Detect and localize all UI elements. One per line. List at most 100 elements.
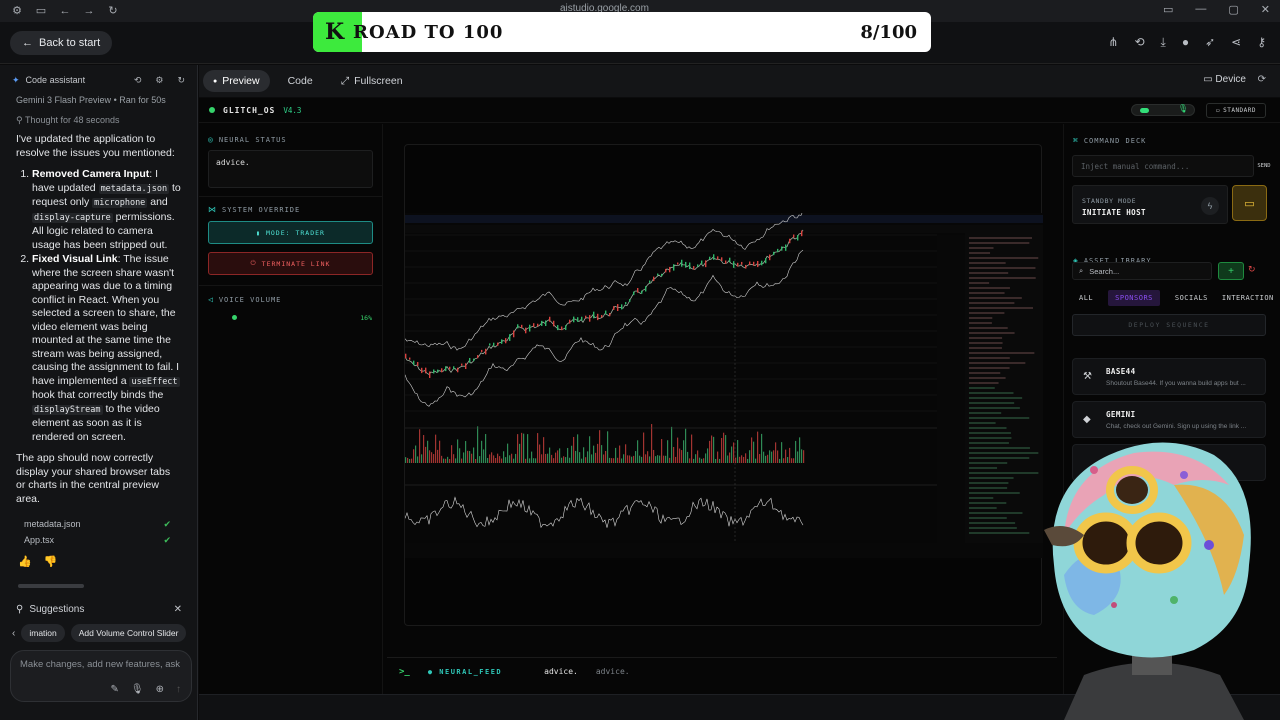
minimize-icon[interactable]: —: [1195, 3, 1206, 16]
microphone-icon[interactable]: 🎙: [131, 684, 144, 695]
orderbook-row: [969, 417, 1030, 419]
volume-mark: [461, 458, 463, 463]
mode-trader-button[interactable]: ▮ MODE: TRADER: [208, 221, 373, 244]
orderbook-row: [969, 412, 1002, 414]
volume-mark: [759, 454, 761, 463]
back-to-start-button[interactable]: ← Back to start: [10, 31, 113, 55]
rocket-icon[interactable]: ➶: [1205, 35, 1215, 50]
volume-mark: [591, 454, 593, 463]
device-selector[interactable]: ▭ Device: [1203, 74, 1246, 85]
volume-mark: [663, 455, 665, 463]
change-list: Removed Camera Input: I have updated met…: [16, 168, 181, 444]
volume-mark: [497, 453, 499, 463]
back-arrow-icon[interactable]: ←: [58, 4, 72, 18]
lightbulb-icon: ⚲: [16, 603, 24, 615]
file-item[interactable]: metadata.json ✔: [0, 516, 197, 532]
tab-all[interactable]: ALL: [1072, 290, 1100, 306]
chat-toggle-button[interactable]: ▭: [1232, 185, 1267, 221]
add-asset-button[interactable]: +: [1218, 262, 1244, 280]
deploy-sequence-button[interactable]: DEPLOY SEQUENCE: [1072, 314, 1266, 336]
tab-code[interactable]: Code: [278, 70, 323, 92]
add-circle-icon[interactable]: ⊕: [156, 684, 164, 695]
terminate-link-button[interactable]: ⏻ TERMINATE LINK: [208, 252, 373, 275]
volume-mark: [781, 442, 783, 463]
github-icon[interactable]: ●: [1182, 35, 1189, 50]
prompt-input[interactable]: [20, 659, 180, 670]
chat-bubble-icon: ▭: [1244, 197, 1255, 210]
volume-mark: [499, 456, 501, 463]
candle-mark: [745, 264, 747, 269]
tab-preview[interactable]: ● Preview: [203, 70, 270, 92]
volume-mark: [533, 458, 535, 463]
split-view-icon[interactable]: ▭: [1163, 3, 1173, 16]
volume-mark: [567, 447, 569, 463]
candle-mark: [573, 316, 575, 323]
file-item[interactable]: App.tsx ✔: [0, 532, 197, 548]
close-icon[interactable]: ✕: [174, 604, 182, 615]
volume-mark: [747, 458, 749, 463]
tab-fullscreen[interactable]: ⤢ Fullscreen: [331, 70, 413, 92]
maximize-icon[interactable]: ▢: [1228, 3, 1238, 16]
chevron-left-icon[interactable]: ‹: [12, 628, 15, 639]
volume-mark: [751, 437, 753, 463]
tab-sponsors[interactable]: SPONSORS: [1108, 290, 1160, 306]
volume-mark: [801, 449, 803, 463]
sidebar-toggle-icon[interactable]: ▭: [34, 4, 48, 18]
volume-mark: [739, 456, 741, 463]
rotate-icon[interactable]: ⟳: [1258, 74, 1266, 85]
volume-mark: [511, 453, 513, 463]
share-icon[interactable]: ⋖: [1231, 35, 1241, 50]
standard-button[interactable]: ▭ STANDARD: [1206, 103, 1266, 118]
volume-mark: [413, 449, 415, 463]
horizontal-scrollbar[interactable]: [18, 584, 84, 588]
key-icon[interactable]: ⚷: [1257, 35, 1266, 50]
asset-card-base44[interactable]: ⚒ BASE44 Shoutout Base44. If you wanna b…: [1072, 358, 1266, 395]
volume-mark: [737, 440, 739, 463]
extensions-icon[interactable]: ⚙: [10, 4, 24, 18]
tab-socials[interactable]: SOCIALS: [1168, 290, 1215, 306]
asset-search-input[interactable]: ⌕ Search...: [1072, 262, 1212, 280]
candle-mark: [681, 259, 683, 267]
orderbook-row: [969, 532, 1030, 534]
volume-mark: [527, 434, 529, 463]
orderbook-row: [969, 262, 1006, 264]
magic-wand-icon[interactable]: ✎: [111, 684, 119, 695]
suggestion-chip[interactable]: Add Volume Control Slider: [70, 624, 187, 642]
volume-mark: [653, 449, 655, 463]
send-button[interactable]: SEND: [1254, 155, 1274, 177]
suggestion-chip[interactable]: imation: [21, 624, 65, 642]
arrow-left-icon: ←: [22, 37, 33, 49]
tab-interaction[interactable]: INTERACTION: [1215, 290, 1280, 306]
standby-mode-card[interactable]: STANDBY MODE INITIATE HOST ϟ: [1072, 185, 1228, 224]
volume-mark: [635, 451, 637, 463]
check-circle-icon: ✔: [163, 518, 171, 529]
volume-mark: [507, 443, 509, 463]
download-icon[interactable]: ⤓: [1161, 35, 1166, 50]
forward-arrow-icon[interactable]: →: [82, 4, 96, 18]
reload-icon[interactable]: ↻: [106, 4, 120, 18]
thought-summary[interactable]: ⚲ Thought for 48 seconds: [0, 111, 197, 131]
refresh-icon[interactable]: ↻: [1248, 264, 1256, 275]
send-arrow-icon[interactable]: ↑: [176, 684, 181, 695]
volume-mark: [731, 446, 733, 463]
close-window-icon[interactable]: ✕: [1261, 3, 1270, 16]
volume-mark: [763, 451, 765, 463]
orderbook-row: [969, 352, 1035, 354]
share-graph-icon[interactable]: ⋔: [1108, 35, 1118, 50]
slider-knob[interactable]: [232, 315, 237, 320]
history-icon[interactable]: ⟲: [134, 75, 142, 86]
settings-gear-icon[interactable]: ⚙: [155, 75, 163, 86]
orderbook-row: [969, 422, 996, 424]
orderbook-row: [969, 457, 1030, 459]
control-column: ◎ NEURAL STATUS advice. ⋈ SYSTEM OVERRIDE …: [199, 124, 383, 694]
lightning-icon[interactable]: ϟ: [1201, 197, 1219, 215]
candle-mark: [545, 320, 547, 327]
voice-volume-slider[interactable]: 16%: [208, 314, 373, 324]
refresh-icon[interactable]: ↻: [177, 75, 185, 86]
command-input[interactable]: [1081, 162, 1231, 171]
thumbs-up-icon[interactable]: 👍: [18, 555, 32, 568]
volume-mark: [569, 457, 571, 463]
thumbs-down-icon[interactable]: 👎: [44, 555, 58, 568]
history-icon[interactable]: ⟲: [1134, 35, 1144, 50]
volume-mark: [495, 458, 497, 463]
